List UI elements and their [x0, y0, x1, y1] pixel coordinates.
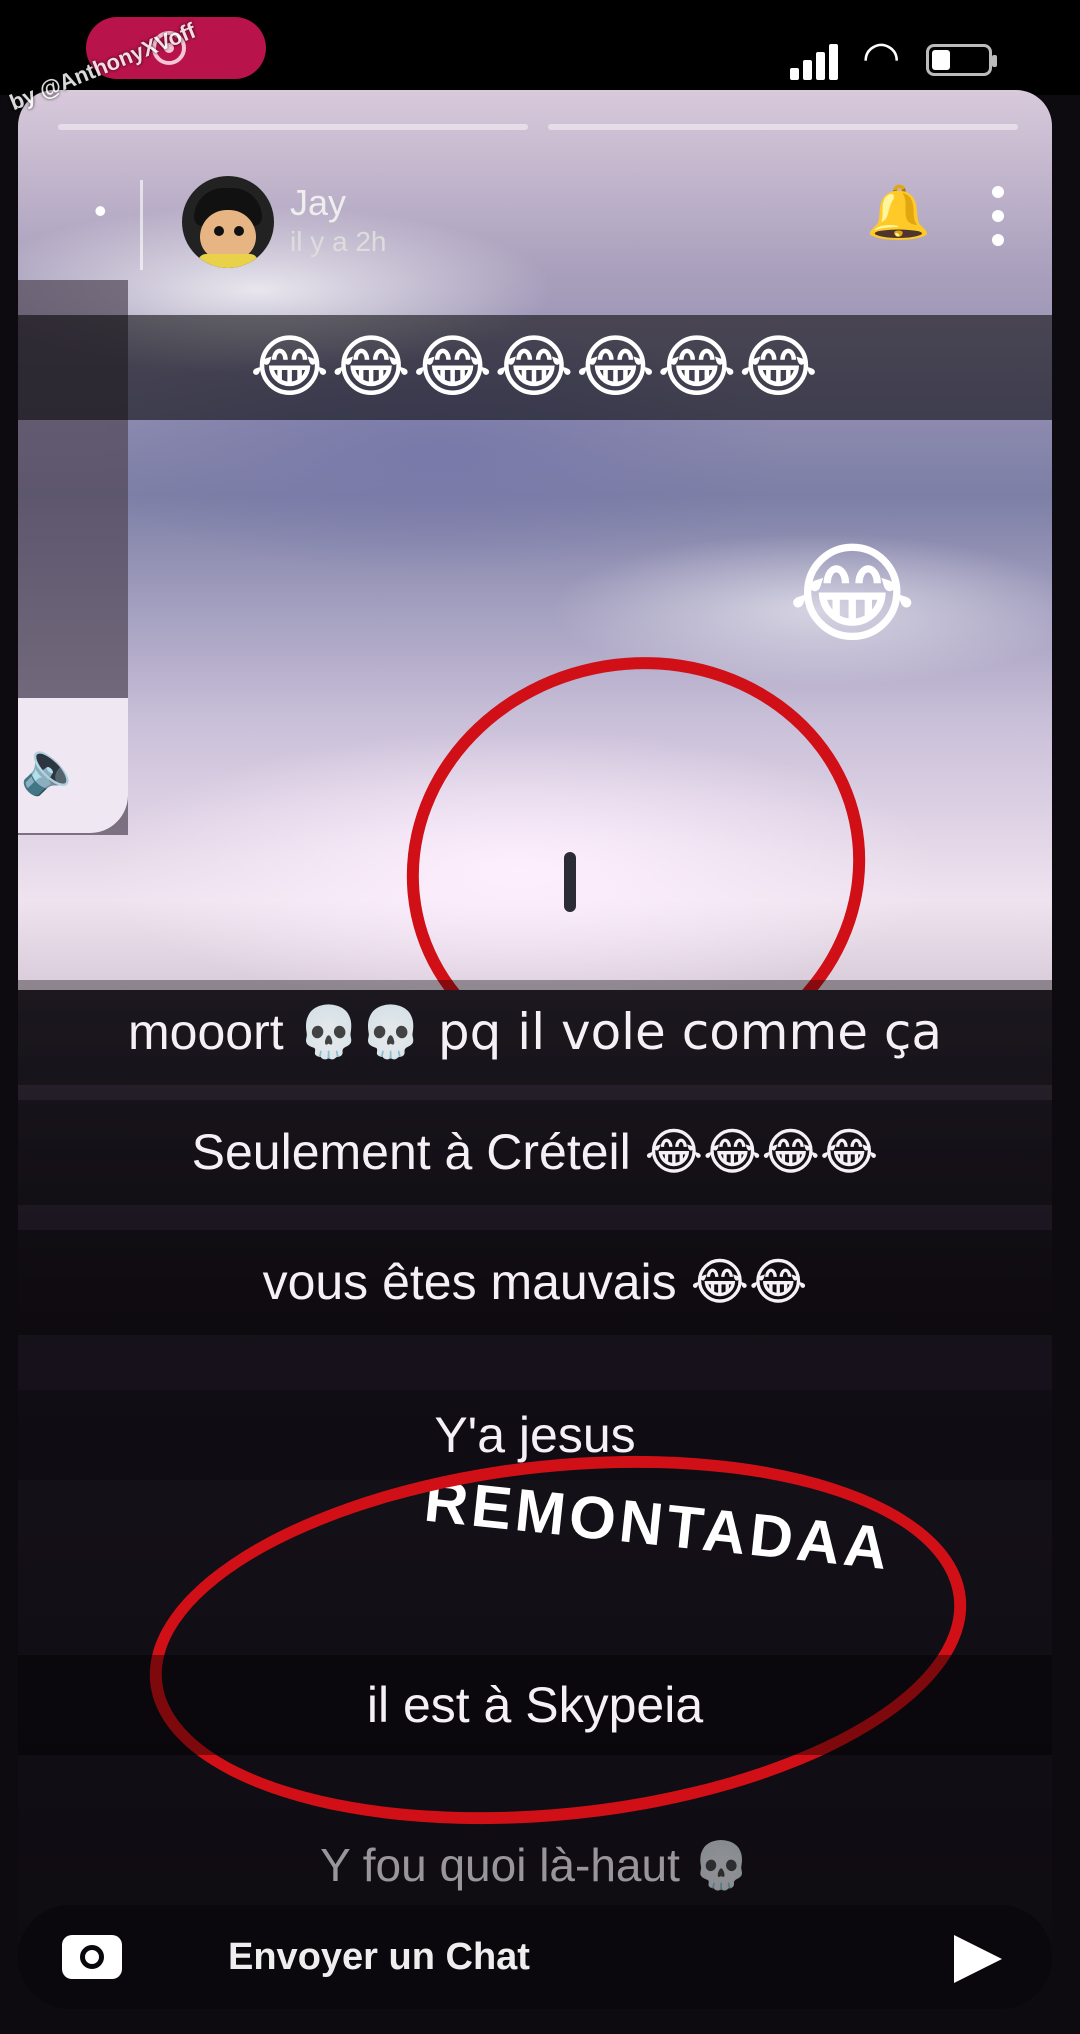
- avatar[interactable]: [182, 176, 274, 268]
- more-options-icon[interactable]: [990, 186, 1004, 246]
- battery-icon: [926, 44, 997, 76]
- speaker-icon: 🔈: [20, 739, 85, 797]
- story-header: • Jay il y a 2h 🔔: [18, 130, 1052, 270]
- camera-button[interactable]: [38, 1917, 148, 1997]
- cellular-signal-icon: [790, 40, 842, 80]
- send-button[interactable]: [918, 1917, 1028, 1997]
- wifi-icon: ◠: [862, 33, 901, 82]
- laughing-emoji-sticker: 😂: [788, 530, 917, 658]
- caption-5: il est à Skypeia: [18, 1655, 1052, 1755]
- story-viewer[interactable]: • Jay il y a 2h 🔔 🔈 😂😂😂😂😂😂😂 😂 mooort 💀💀 …: [18, 90, 1052, 1970]
- caption-6: Y fou quoi là-haut 💀: [320, 1839, 750, 1891]
- emoji-caption-row: 😂😂😂😂😂😂😂: [18, 315, 1052, 420]
- back-chevron-icon[interactable]: •: [94, 190, 107, 232]
- caption-3: vous êtes mauvais 😂😂: [18, 1230, 1052, 1335]
- send-arrow-icon: [954, 1935, 1002, 1983]
- story-timestamp: il y a 2h: [290, 226, 387, 257]
- caption-2: Seulement à Créteil 😂😂😂😂: [18, 1100, 1052, 1205]
- sound-toggle[interactable]: 🔈: [18, 698, 128, 833]
- chat-input[interactable]: [178, 1913, 858, 2001]
- bell-icon[interactable]: 🔔: [866, 182, 931, 243]
- chat-composer: [18, 1905, 1052, 2009]
- caption-1: mooort 💀💀 pq il vole comme ça: [18, 980, 1052, 1085]
- divider: [140, 180, 143, 270]
- sender-name[interactable]: Jay: [290, 182, 346, 224]
